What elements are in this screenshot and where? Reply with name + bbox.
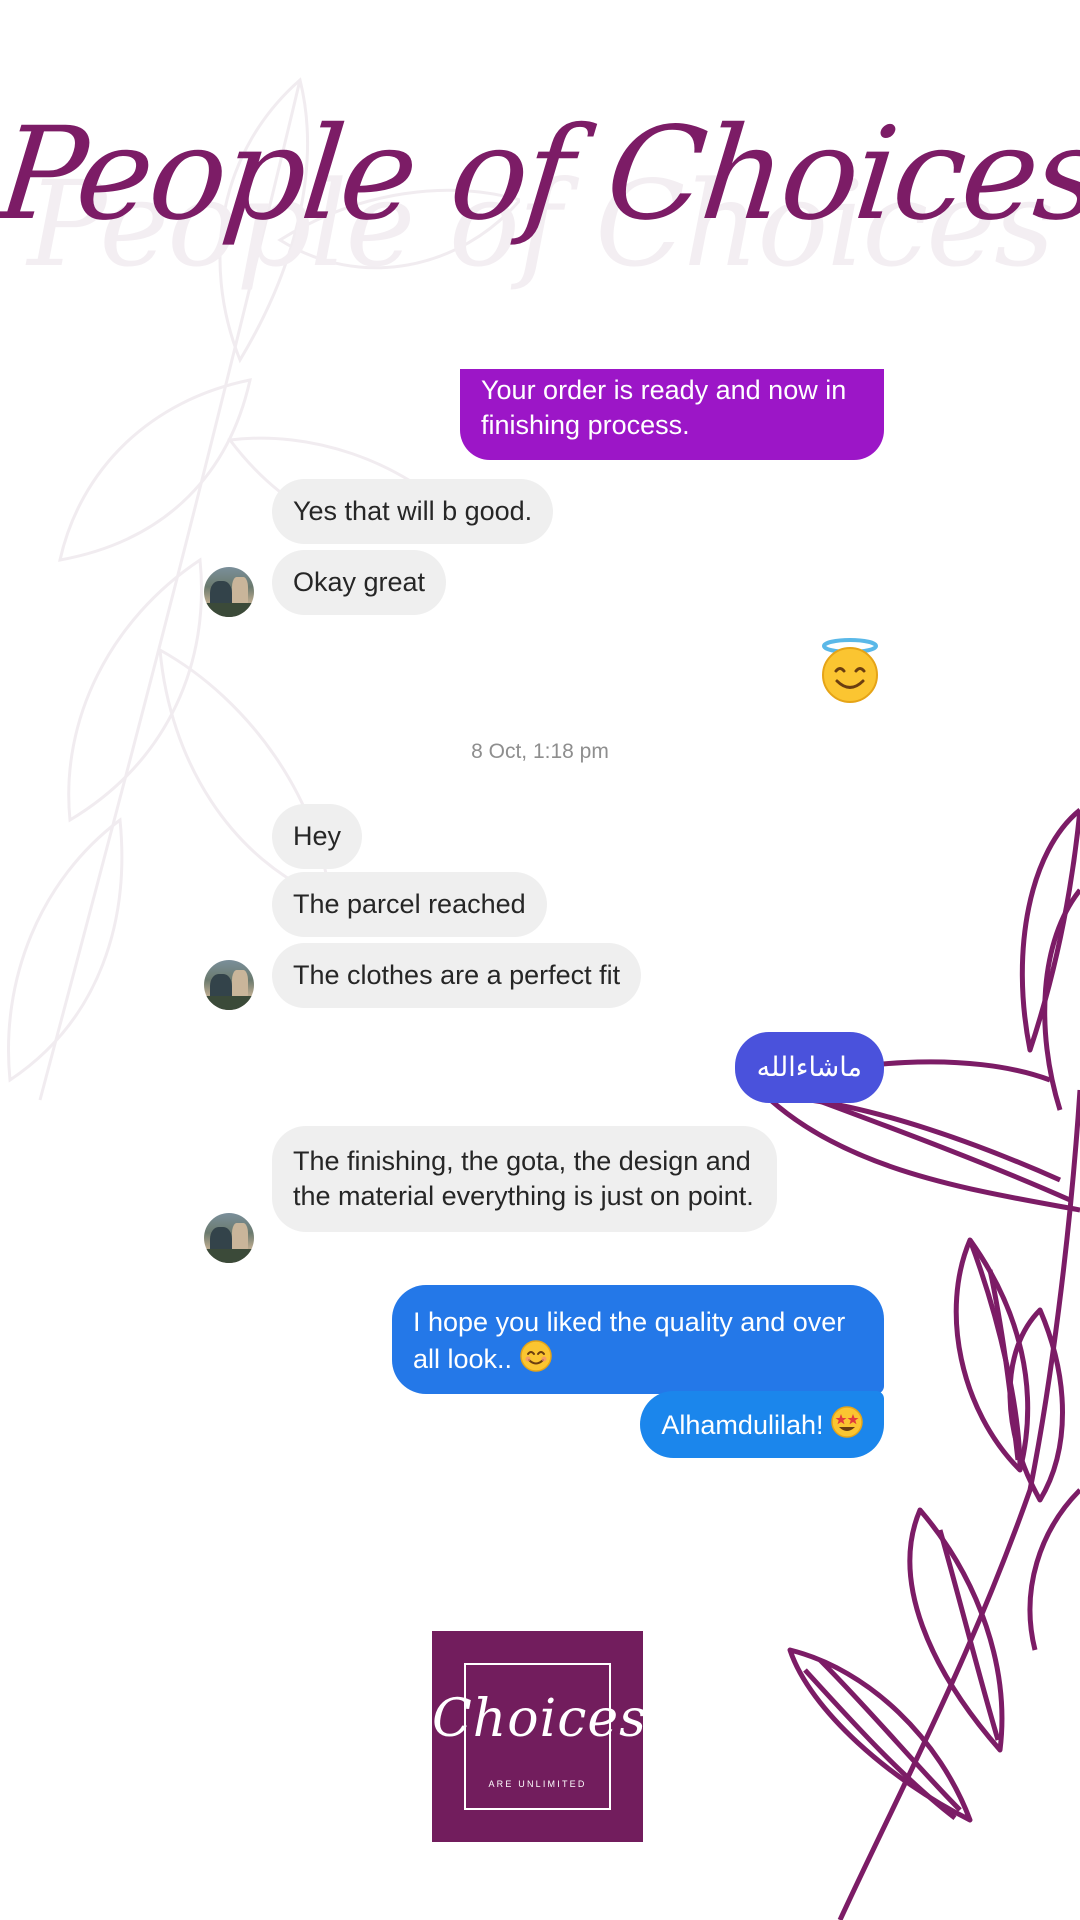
message-row-outgoing: I hope you liked the quality and over al… <box>392 1285 884 1394</box>
message-bubble-incoming[interactable]: The clothes are a perfect fit <box>272 943 642 1008</box>
message-bubble-outgoing[interactable]: Alhamdulilah! <box>640 1391 884 1458</box>
message-bubble-incoming[interactable]: Yes that will b good. <box>272 479 554 544</box>
message-bubble-incoming[interactable]: Hey <box>272 804 363 869</box>
message-bubble-outgoing[interactable]: Your order is ready and now in finishing… <box>460 369 884 460</box>
contact-avatar[interactable] <box>204 960 254 1010</box>
message-bubble-outgoing[interactable]: I hope you liked the quality and over al… <box>392 1285 884 1394</box>
message-row-outgoing: ماشاءالله <box>734 1032 884 1103</box>
smiling-face-with-smiling-eyes-icon <box>519 1340 552 1372</box>
message-bubble-incoming[interactable]: The parcel reached <box>272 872 547 937</box>
message-row-incoming: The finishing, the gota, the design and … <box>272 1126 777 1232</box>
message-row-incoming: Hey <box>272 804 363 869</box>
message-row-outgoing: Alhamdulilah! <box>640 1391 884 1458</box>
page-title: People of Choices <box>0 100 1080 249</box>
logo-wordmark: Choices <box>432 1689 647 1749</box>
message-row-incoming: The parcel reached <box>272 872 547 937</box>
brand-logo: Choices ARE UNLIMITED <box>432 1631 647 1842</box>
message-timestamp: 8 Oct, 1:18 pm <box>471 740 609 763</box>
message-text: I hope you liked the quality and over al… <box>413 1307 846 1374</box>
message-bubble-incoming[interactable]: The finishing, the gota, the design and … <box>272 1126 777 1232</box>
smiling-face-with-halo-icon[interactable] <box>819 638 881 704</box>
message-text: Alhamdulilah! <box>661 1410 824 1440</box>
star-struck-icon <box>831 1406 863 1438</box>
message-bubble-outgoing[interactable]: ماشاءالله <box>734 1032 884 1103</box>
contact-avatar[interactable] <box>204 1213 254 1263</box>
message-row-incoming: The clothes are a perfect fit <box>272 943 642 1008</box>
message-bubble-incoming[interactable]: Okay great <box>272 550 447 615</box>
message-row-outgoing: Your order is ready and now in finishing… <box>460 369 884 460</box>
message-row-incoming: Okay great <box>272 550 447 615</box>
message-row-incoming: Yes that will b good. <box>272 479 554 544</box>
header: People of Choices People of Choices <box>0 60 1080 340</box>
logo-tagline: ARE UNLIMITED <box>488 1779 587 1789</box>
contact-avatar[interactable] <box>204 567 254 617</box>
